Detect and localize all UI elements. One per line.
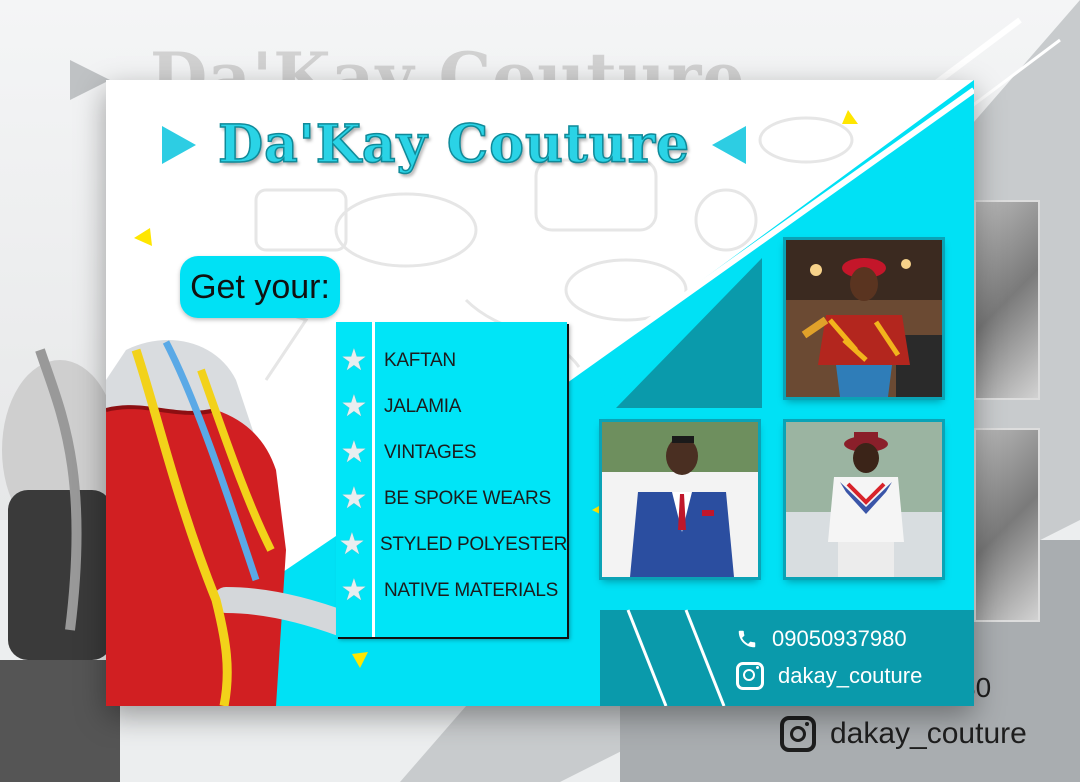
list-item: ★ BE SPOKE WEARS xyxy=(336,482,567,516)
product-list: ★ KAFTAN ★ JALAMIA ★ VINTAGES ★ BE SPOKE… xyxy=(336,322,567,637)
background-photo xyxy=(974,428,1040,622)
list-item: ★ JALAMIA xyxy=(336,390,567,424)
product-label: BE SPOKE WEARS xyxy=(384,488,551,509)
brand-header: Da'Kay Couture xyxy=(162,113,747,176)
model-photo-man-suit xyxy=(602,422,758,577)
background-instagram-handle: dakay_couture xyxy=(830,717,1027,750)
product-label: VINTAGES xyxy=(384,442,477,463)
contact-phone-row: 09050937980 xyxy=(736,626,907,652)
phone-number: 09050937980 xyxy=(772,626,907,651)
instagram-icon xyxy=(780,716,816,752)
product-label: JALAMIA xyxy=(384,396,462,417)
instagram-handle: dakay_couture xyxy=(778,663,923,688)
list-item: ★ VINTAGES xyxy=(336,436,567,470)
flyer: Da'Kay Couture Get your: ★ KAFTAN ★ JALA… xyxy=(106,80,974,706)
product-label: NATIVE MATERIALS xyxy=(384,580,558,601)
brand-title: Da'Kay Couture xyxy=(217,113,691,176)
background-instagram-row: dakay_couture xyxy=(780,716,1027,752)
list-item: ★ NATIVE MATERIALS xyxy=(336,574,567,608)
model-photo-man-native xyxy=(786,422,942,577)
phone-icon xyxy=(738,630,756,648)
triangle-pointer-icon xyxy=(162,125,196,164)
headline-text: Get your: xyxy=(190,267,330,306)
model-photo-woman xyxy=(786,240,942,397)
list-item: ★ STYLED POLYESTER xyxy=(336,527,568,562)
background-photo xyxy=(974,200,1040,400)
triangle-pointer-icon xyxy=(712,125,747,164)
product-label: KAFTAN xyxy=(384,350,456,371)
background-mannequin xyxy=(0,348,120,782)
product-label: STYLED POLYESTER xyxy=(379,534,567,555)
headline-badge: Get your: xyxy=(180,256,340,318)
star-icon: ★ xyxy=(340,389,368,424)
star-icon: ★ xyxy=(340,481,368,516)
list-item: ★ KAFTAN xyxy=(336,344,567,378)
contact-instagram-row: dakay_couture xyxy=(736,662,922,690)
star-icon: ★ xyxy=(338,527,366,562)
star-icon: ★ xyxy=(340,343,368,378)
star-icon: ★ xyxy=(340,435,368,470)
star-icon: ★ xyxy=(340,573,368,608)
instagram-icon xyxy=(736,662,764,690)
